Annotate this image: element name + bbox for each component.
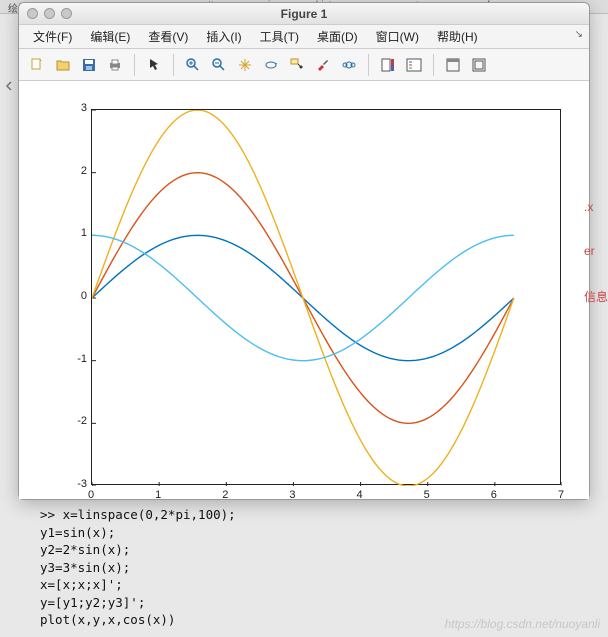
- command-history: >> x=linspace(0,2*pi,100); y1=sin(x); y2…: [40, 506, 236, 629]
- print-button[interactable]: [103, 53, 127, 77]
- x-tick-label: 3: [289, 489, 295, 501]
- x-tick-label: 6: [491, 489, 497, 501]
- right-panel-hints: .x er 信息: [584, 200, 608, 305]
- figure-window: Figure 1 文件(F)编辑(E)查看(V)插入(I)工具(T)桌面(D)窗…: [18, 2, 590, 500]
- y-tick-label: 0: [57, 290, 87, 302]
- axes[interactable]: -3 -2 -1 0 1 2 3 0 1 2 3 4 5 6 7: [19, 81, 589, 499]
- zoom-in-button[interactable]: [181, 53, 205, 77]
- hide-tools-button[interactable]: [441, 53, 465, 77]
- menu-desktop[interactable]: 桌面(D): [309, 26, 366, 47]
- menu-help[interactable]: 帮助(H): [429, 26, 486, 47]
- x-tick-label: 7: [558, 489, 564, 501]
- menubar: 文件(F)编辑(E)查看(V)插入(I)工具(T)桌面(D)窗口(W)帮助(H)…: [19, 25, 589, 49]
- dock-button[interactable]: [467, 53, 491, 77]
- plot-frame: [91, 109, 561, 485]
- menu-tools[interactable]: 工具(T): [252, 26, 307, 47]
- y-tick-label: -3: [57, 478, 87, 490]
- new-figure-button[interactable]: [25, 53, 49, 77]
- link-button[interactable]: [337, 53, 361, 77]
- hint-text: .x: [584, 200, 608, 214]
- y-tick-label: 2: [57, 165, 87, 177]
- zoom-window-icon[interactable]: [61, 8, 72, 19]
- undock-icon[interactable]: ↘: [575, 29, 583, 40]
- watermark: https://blog.csdn.net/nuoyanli: [445, 617, 600, 631]
- menu-insert[interactable]: 插入(I): [198, 26, 249, 47]
- rotate-button[interactable]: [259, 53, 283, 77]
- titlebar[interactable]: Figure 1: [19, 3, 589, 25]
- close-icon[interactable]: [27, 8, 38, 19]
- toolbar: [19, 49, 589, 81]
- hint-text: 信息: [584, 288, 608, 305]
- open-button[interactable]: [51, 53, 75, 77]
- legend-button[interactable]: [402, 53, 426, 77]
- window-controls[interactable]: [27, 8, 72, 19]
- menu-view[interactable]: 查看(V): [140, 26, 196, 47]
- x-tick-label: 0: [88, 489, 94, 501]
- history-back-icon[interactable]: [3, 80, 15, 92]
- pan-button[interactable]: [233, 53, 257, 77]
- save-button[interactable]: [77, 53, 101, 77]
- y-tick-label: -2: [57, 415, 87, 427]
- window-title: Figure 1: [19, 7, 589, 21]
- y-tick-label: -1: [57, 353, 87, 365]
- x-tick-label: 4: [357, 489, 363, 501]
- x-tick-label: 5: [424, 489, 430, 501]
- y-tick-label: 3: [57, 102, 87, 114]
- brush-button[interactable]: [311, 53, 335, 77]
- zoom-out-button[interactable]: [207, 53, 231, 77]
- hint-text: er: [584, 244, 608, 258]
- x-tick-label: 1: [155, 489, 161, 501]
- colorbar-button[interactable]: [376, 53, 400, 77]
- minimize-icon[interactable]: [44, 8, 55, 19]
- menu-file[interactable]: 文件(F): [25, 26, 80, 47]
- pointer-button[interactable]: [142, 53, 166, 77]
- menu-window[interactable]: 窗口(W): [368, 26, 427, 47]
- y-tick-label: 1: [57, 227, 87, 239]
- data-cursor-button[interactable]: [285, 53, 309, 77]
- plot-curves: [92, 110, 562, 486]
- x-tick-label: 2: [222, 489, 228, 501]
- menu-edit[interactable]: 编辑(E): [82, 26, 138, 47]
